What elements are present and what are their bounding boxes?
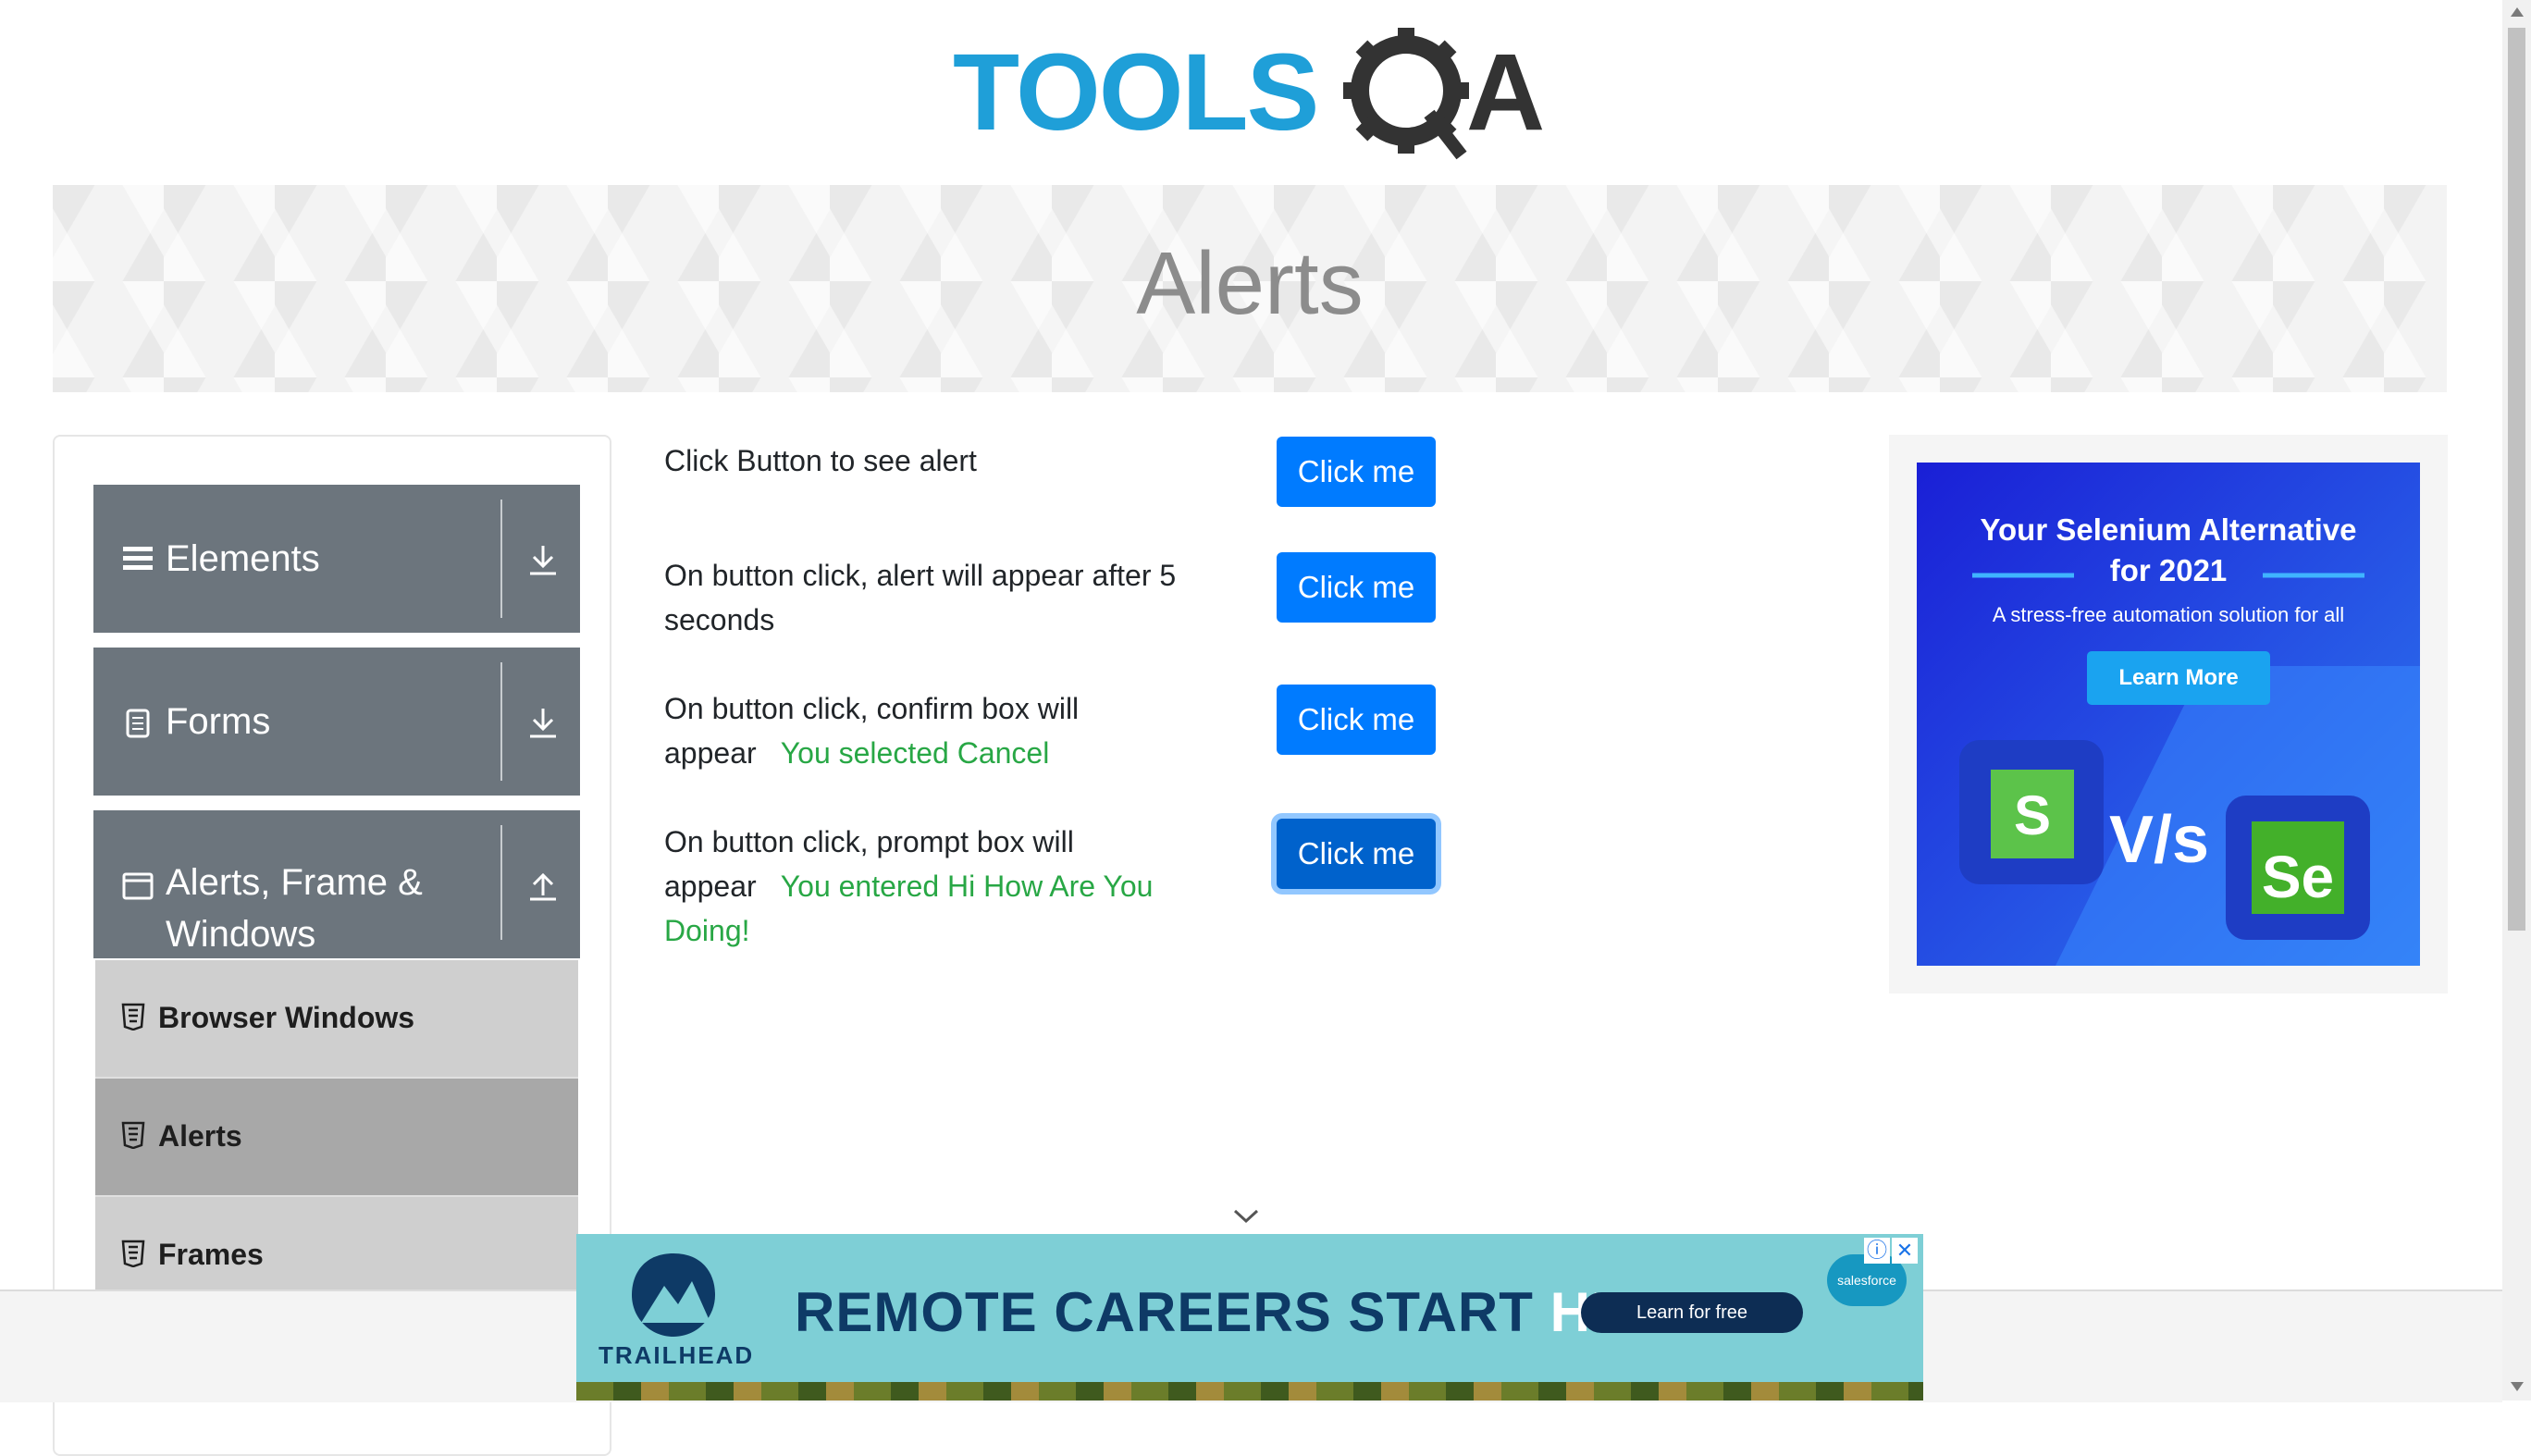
sidebar-group-label: Elements: [166, 538, 320, 579]
chevron-down-icon[interactable]: [1232, 1208, 1260, 1225]
ad-sidebar[interactable]: S Se V/s Your Selenium Alternative for 2…: [1889, 435, 2448, 993]
prompt-row: On button click, prompt box will appear …: [664, 820, 1182, 953]
ad-headline: Your Selenium Alternative: [1980, 512, 2357, 547]
s-logo-text: S: [2014, 784, 2051, 846]
timer-alert-button[interactable]: Click me: [1277, 552, 1436, 623]
sidebar-item-label: Frames: [158, 1238, 264, 1271]
learn-more-button[interactable]: Learn More: [2087, 651, 2270, 705]
window-icon: [122, 872, 154, 900]
vs-text: V/s: [2109, 803, 2209, 877]
ad-headline: for 2021: [2109, 553, 2228, 587]
trailhead-logo-icon: [632, 1253, 715, 1337]
sidebar-group-elements[interactable]: Elements: [93, 485, 580, 633]
selenium-logo-text: Se: [2262, 844, 2334, 910]
alert-button[interactable]: Click me: [1277, 437, 1436, 507]
download-arrow-icon[interactable]: [525, 542, 562, 579]
label-line: Alerts, Frame &: [166, 862, 423, 903]
page-banner: Alerts: [53, 185, 2447, 392]
ad-info-icon[interactable]: ⓘ: [1864, 1238, 1890, 1264]
trailhead-brand: TRAILHEAD: [599, 1341, 755, 1369]
learn-for-free-button[interactable]: Learn for free: [1581, 1292, 1803, 1333]
sidebar-item-alerts[interactable]: Alerts: [95, 1079, 578, 1197]
timer-alert-row-text: On button click, alert will appear after…: [664, 559, 1177, 636]
ad-foliage-image: [576, 1382, 1923, 1400]
divider: [500, 662, 502, 781]
page-title: Alerts: [1136, 234, 1364, 333]
scroll-down-arrow-icon[interactable]: [2511, 1382, 2524, 1391]
sidebar-group-label: Alerts, Frame & Windows: [166, 857, 423, 960]
svg-text:A: A: [1466, 31, 1545, 154]
sidebar-group-alerts-frame-windows[interactable]: Alerts, Frame & Windows: [93, 810, 580, 958]
sidebar-group-forms[interactable]: Forms: [93, 648, 580, 796]
ad-headline-main: REMOTE CAREERS START: [795, 1281, 1550, 1343]
sidebar-item-browser-windows[interactable]: Browser Windows: [95, 960, 578, 1079]
scroll-up-arrow-icon[interactable]: [2511, 7, 2524, 17]
ad-close-icon[interactable]: ✕: [1892, 1238, 1918, 1264]
divider: [500, 825, 502, 940]
document-icon: [126, 709, 150, 738]
sidebar-item-label: Alerts: [158, 1119, 242, 1153]
ad-banner-bottom[interactable]: TRAILHEAD REMOTE CAREERS START HERE. Lea…: [576, 1234, 1923, 1400]
confirm-result: You selected Cancel: [780, 736, 1050, 770]
upload-arrow-icon[interactable]: [525, 868, 562, 905]
sidebar-group-label: Forms: [166, 701, 271, 742]
download-arrow-icon[interactable]: [525, 705, 562, 742]
gear-icon: [1343, 28, 1469, 160]
hamburger-icon: [123, 547, 153, 570]
confirm-row: On button click, confirm box will appear…: [664, 686, 1145, 775]
confirm-button[interactable]: Click me: [1277, 685, 1436, 755]
ad-subtitle: A stress-free automation solution for al…: [1992, 603, 2345, 626]
prompt-button[interactable]: Click me: [1277, 819, 1436, 889]
html5-icon: [121, 1121, 145, 1149]
scrollbar-thumb[interactable]: [2508, 28, 2525, 931]
logo-tools-text: TOOLS: [953, 31, 1317, 154]
divider: [500, 500, 502, 618]
label-line: Windows: [166, 914, 316, 955]
sidebar-item-label: Browser Windows: [158, 1001, 415, 1034]
scrollbar[interactable]: [2502, 0, 2531, 1400]
html5-icon: [121, 1003, 145, 1030]
alert-row-1-text: Click Button to see alert: [664, 444, 977, 477]
toolsqa-logo[interactable]: TOOLS A: [953, 26, 1554, 174]
html5-icon: [121, 1240, 145, 1267]
